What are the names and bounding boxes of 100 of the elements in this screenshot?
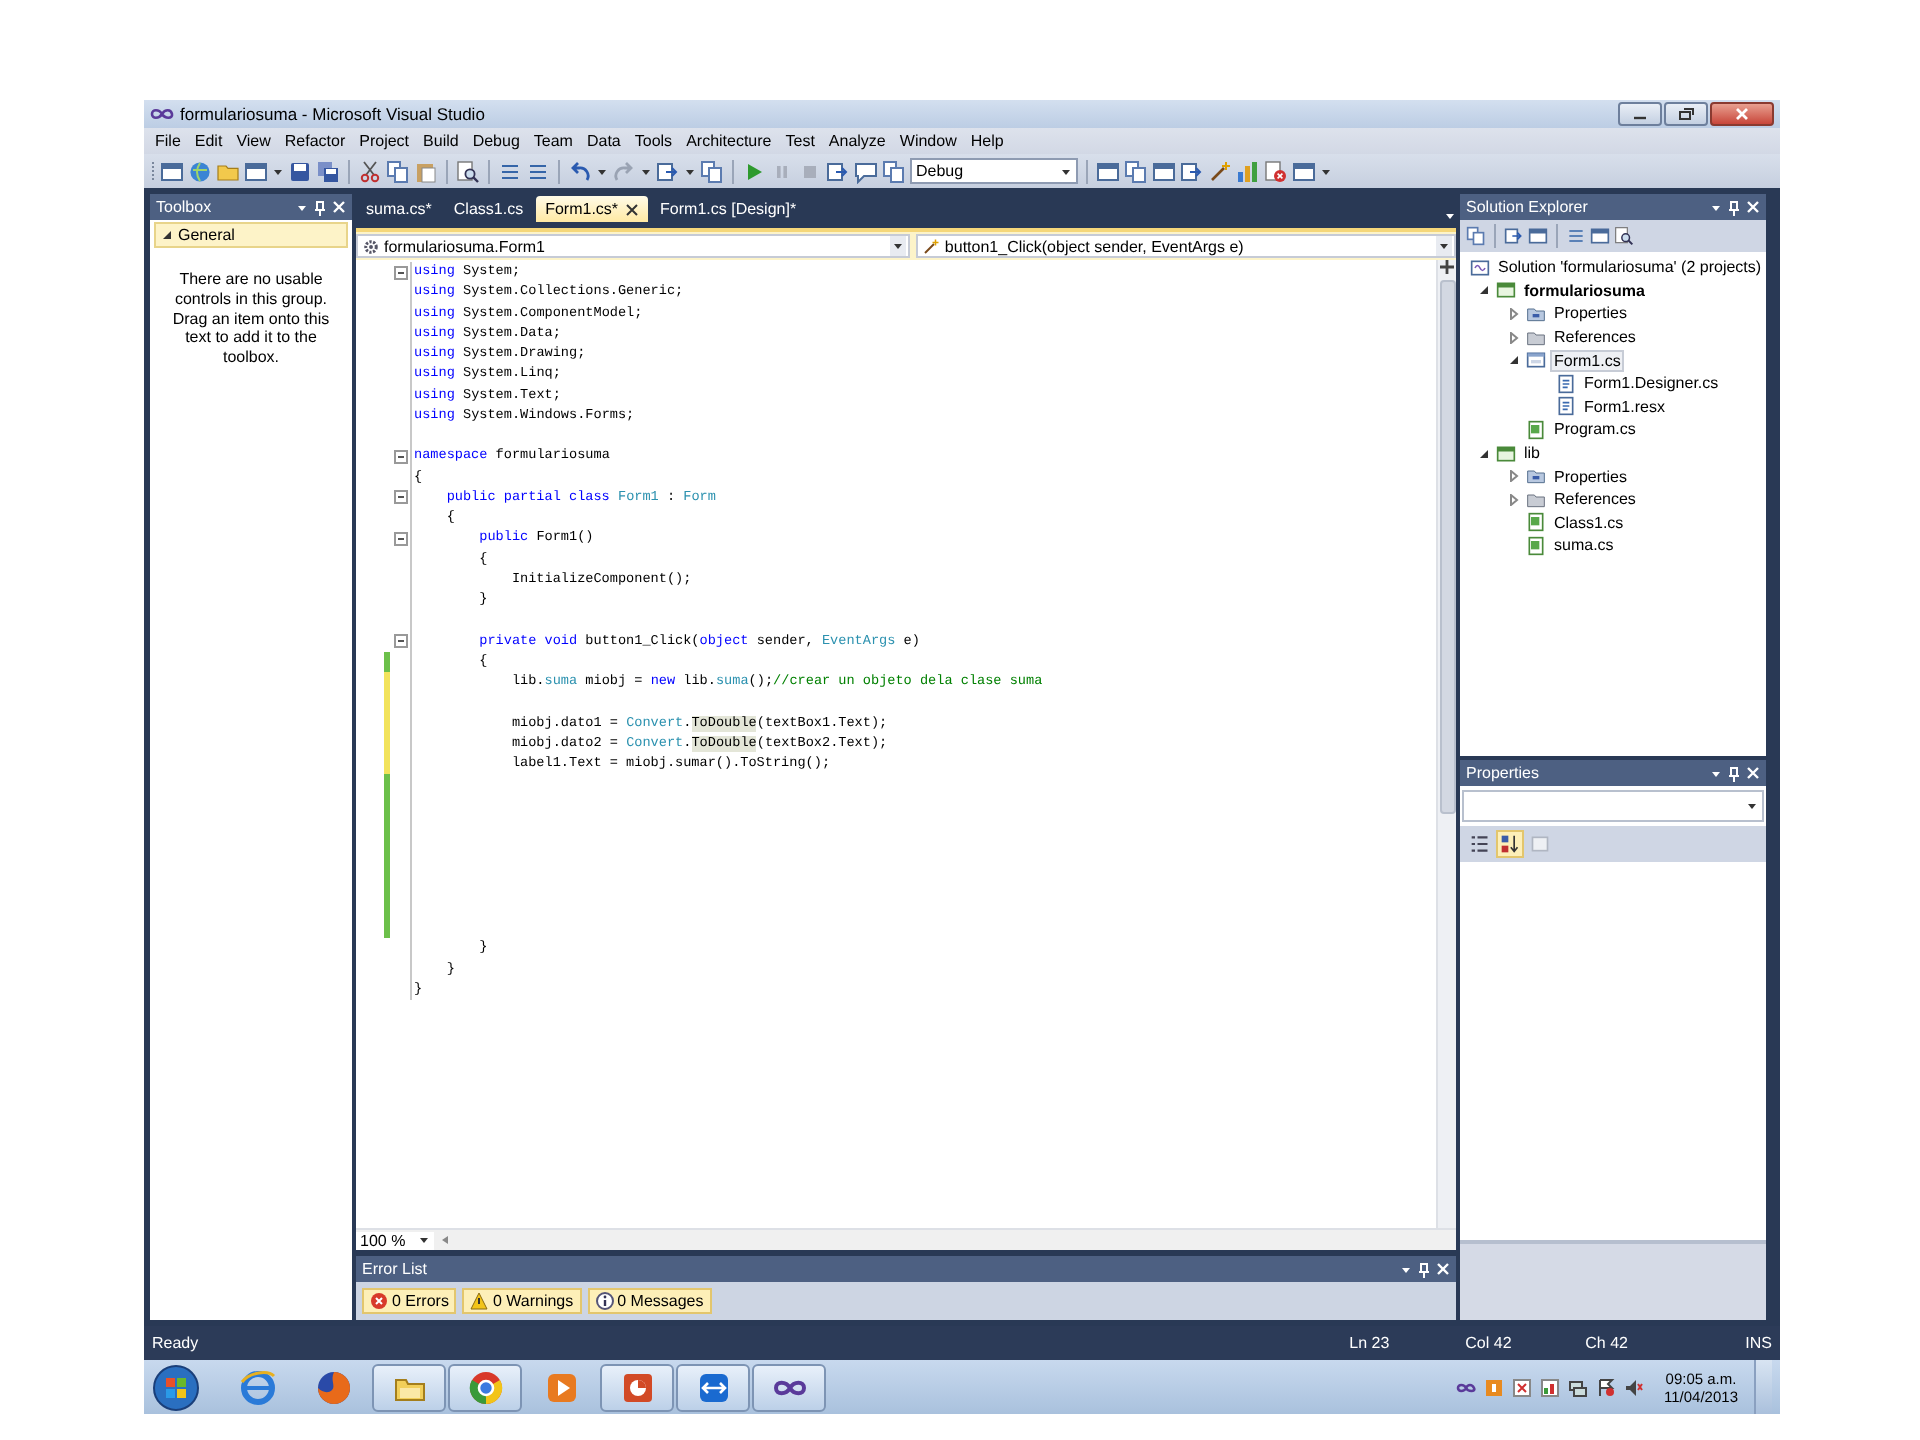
window-icon[interactable] bbox=[1292, 159, 1316, 183]
caret-icon[interactable] bbox=[1060, 165, 1072, 177]
menu-item[interactable]: Debug bbox=[465, 132, 527, 150]
scroll-left-icon[interactable] bbox=[439, 1234, 450, 1246]
shield-icon[interactable] bbox=[1512, 1377, 1533, 1397]
dropdown-icon[interactable] bbox=[1710, 767, 1722, 779]
dropdown-icon[interactable] bbox=[1400, 1263, 1412, 1275]
dropdown[interactable]: button1_Click(object sender, EventArgs e) bbox=[916, 234, 1456, 258]
menu-item[interactable]: Window bbox=[892, 132, 964, 150]
taskbar-button[interactable] bbox=[752, 1363, 826, 1411]
close-button[interactable] bbox=[1710, 102, 1774, 126]
caret-icon[interactable] bbox=[640, 165, 652, 177]
tree-item[interactable]: formulariosuma bbox=[1520, 279, 1649, 302]
collapse-icon[interactable] bbox=[393, 634, 407, 649]
save-icon[interactable] bbox=[288, 159, 312, 183]
window-icon[interactable] bbox=[1096, 159, 1120, 183]
lines-icon[interactable] bbox=[526, 159, 550, 183]
chart-icon[interactable] bbox=[1540, 1377, 1561, 1397]
menu-item[interactable]: Edit bbox=[187, 132, 230, 150]
menu-item[interactable]: Architecture bbox=[679, 132, 779, 150]
toolbar-button[interactable] bbox=[1466, 830, 1494, 858]
toolbox-group[interactable]: General bbox=[154, 222, 348, 248]
taskbar-button[interactable] bbox=[448, 1363, 522, 1411]
collapse-icon[interactable] bbox=[393, 265, 407, 280]
caret-icon[interactable] bbox=[596, 165, 608, 177]
copy-icon[interactable] bbox=[386, 159, 410, 183]
menu-item[interactable]: Project bbox=[352, 132, 417, 150]
collapsed-arrow-icon[interactable] bbox=[1508, 493, 1520, 506]
caret-icon[interactable] bbox=[1320, 165, 1332, 177]
wand-icon[interactable] bbox=[1208, 159, 1232, 183]
chart-icon[interactable] bbox=[1236, 159, 1260, 183]
expanded-arrow-icon[interactable] bbox=[162, 230, 172, 240]
pin-icon[interactable] bbox=[314, 199, 326, 215]
play-icon[interactable] bbox=[742, 159, 766, 183]
pages-icon[interactable] bbox=[1124, 159, 1148, 183]
expanded-arrow-icon[interactable] bbox=[1478, 447, 1490, 460]
tree-item[interactable]: Class1.cs bbox=[1550, 511, 1628, 534]
document-icon[interactable] bbox=[1264, 159, 1288, 183]
window-icon[interactable] bbox=[160, 159, 184, 183]
tree-item[interactable]: Properties bbox=[1550, 302, 1631, 325]
window-icon[interactable] bbox=[1152, 159, 1176, 183]
window-icon[interactable] bbox=[1180, 159, 1204, 183]
caret-icon[interactable] bbox=[1438, 240, 1450, 252]
network-icon[interactable] bbox=[1568, 1377, 1589, 1397]
caret-icon[interactable] bbox=[1746, 800, 1758, 812]
speaker-icon[interactable] bbox=[1624, 1377, 1645, 1397]
tree-item[interactable]: Program.cs bbox=[1550, 418, 1640, 441]
configuration-dropdown[interactable]: Debug bbox=[910, 158, 1078, 184]
window-icon[interactable] bbox=[1590, 226, 1610, 246]
toolbar-button[interactable] bbox=[1496, 830, 1524, 858]
menu-item[interactable]: View bbox=[229, 132, 278, 150]
collapsed-arrow-icon[interactable] bbox=[1508, 307, 1520, 320]
taskbar-button[interactable] bbox=[372, 1363, 446, 1411]
tree-item[interactable]: suma.cs bbox=[1550, 534, 1618, 557]
caret-icon[interactable] bbox=[892, 240, 905, 252]
collapse-icon[interactable] bbox=[393, 449, 407, 464]
filter-button[interactable]: 0 Messages bbox=[587, 1288, 712, 1314]
menu-item[interactable]: Analyze bbox=[821, 132, 893, 150]
dropdown-icon[interactable] bbox=[296, 201, 308, 213]
pin-icon[interactable] bbox=[1728, 199, 1740, 215]
search-icon[interactable] bbox=[1614, 226, 1634, 246]
collapsed-arrow-icon[interactable] bbox=[1508, 470, 1520, 483]
tree-item[interactable]: Solution 'formulariosuma' (2 projects) bbox=[1494, 256, 1766, 279]
speech-bubble-icon[interactable] bbox=[854, 159, 878, 183]
tree-item[interactable]: References bbox=[1550, 326, 1640, 349]
menu-item[interactable]: Data bbox=[579, 132, 628, 150]
lines-icon[interactable] bbox=[498, 159, 522, 183]
menu-item[interactable]: Tools bbox=[627, 132, 680, 150]
pages-icon[interactable] bbox=[700, 159, 724, 183]
menu-item[interactable]: Build bbox=[416, 132, 466, 150]
filter-button[interactable]: 0 Warnings bbox=[462, 1288, 582, 1314]
splitter-icon[interactable] bbox=[1440, 260, 1454, 274]
undo-icon[interactable] bbox=[568, 159, 592, 183]
document-tab[interactable]: suma.cs* bbox=[356, 196, 442, 222]
caret-icon[interactable] bbox=[684, 165, 696, 177]
window-icon[interactable] bbox=[1528, 226, 1548, 246]
close-icon[interactable] bbox=[626, 203, 639, 215]
expanded-arrow-icon[interactable] bbox=[1508, 354, 1520, 367]
menu-item[interactable]: Test bbox=[778, 132, 822, 150]
tree-item[interactable]: Form1.Designer.cs bbox=[1580, 372, 1723, 395]
document-tab[interactable]: Form1.cs [Design]* bbox=[650, 196, 807, 222]
tree-item[interactable]: References bbox=[1550, 488, 1640, 511]
flag-icon[interactable] bbox=[1596, 1377, 1617, 1397]
menu-item[interactable]: Team bbox=[526, 132, 580, 150]
dropdown[interactable]: formulariosuma.Form1 bbox=[356, 234, 911, 258]
dropdown-icon[interactable] bbox=[1710, 201, 1722, 213]
tree-item[interactable]: lib bbox=[1520, 442, 1545, 465]
menu-item[interactable]: Help bbox=[963, 132, 1011, 150]
menu-item[interactable]: File bbox=[148, 132, 188, 150]
collapse-icon[interactable] bbox=[393, 490, 407, 505]
search-icon[interactable] bbox=[456, 159, 480, 183]
pin-icon[interactable] bbox=[1728, 765, 1740, 781]
expanded-arrow-icon[interactable] bbox=[1478, 284, 1490, 297]
collapse-icon[interactable] bbox=[393, 531, 407, 546]
minimize-button[interactable] bbox=[1618, 102, 1662, 126]
paste-icon[interactable] bbox=[414, 159, 438, 183]
zoom-dropdown[interactable]: 100 % bbox=[356, 1231, 434, 1249]
scrollbar[interactable] bbox=[1436, 260, 1456, 1228]
document-tab[interactable]: Class1.cs bbox=[443, 196, 534, 222]
pages-icon[interactable] bbox=[1466, 226, 1486, 246]
